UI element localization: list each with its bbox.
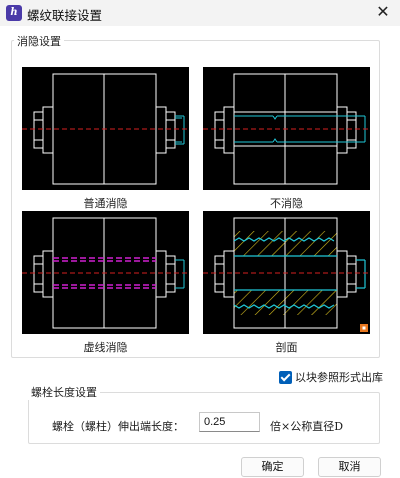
app-icon: h [6, 5, 22, 21]
bolt-extension-input[interactable] [199, 412, 260, 432]
close-button[interactable]: ✕ [366, 0, 400, 26]
bolt-extension-label: 螺栓（螺柱）伸出端长度： [52, 420, 184, 433]
normal-hide-drawing [22, 73, 189, 185]
section-drawing [203, 217, 370, 332]
window-title: 螺纹联接设置 [27, 8, 103, 23]
ok-button[interactable]: 确定 [241, 457, 304, 477]
caption-normal-hide: 普通消隐 [83, 197, 128, 210]
checkbox-checked-icon[interactable] [279, 370, 292, 384]
dashed-hide-drawing [22, 217, 189, 329]
bolt-extension-unit: 倍×公称直径D [270, 420, 344, 433]
title-bar: h 螺纹联接设置 ✕ [0, 0, 400, 26]
block-reference-checkbox[interactable]: 以块参照形式出库 [279, 369, 383, 385]
caption-dashed-hide: 虚线消隐 [83, 341, 128, 354]
bolt-length-label: 螺栓长度设置 [28, 384, 100, 400]
block-reference-label: 以块参照形式出库 [295, 371, 383, 384]
preview-normal-hide[interactable] [22, 67, 189, 190]
caption-section: 剖面 [275, 341, 298, 354]
caption-no-hide: 不消隐 [270, 197, 303, 210]
preview-section[interactable] [203, 211, 370, 334]
preview-dashed-hide[interactable] [22, 211, 189, 334]
preview-no-hide[interactable] [203, 67, 370, 190]
no-hide-drawing [203, 73, 370, 185]
hide-settings-label: 消隐设置 [14, 33, 64, 49]
cancel-button[interactable]: 取消 [318, 457, 381, 477]
